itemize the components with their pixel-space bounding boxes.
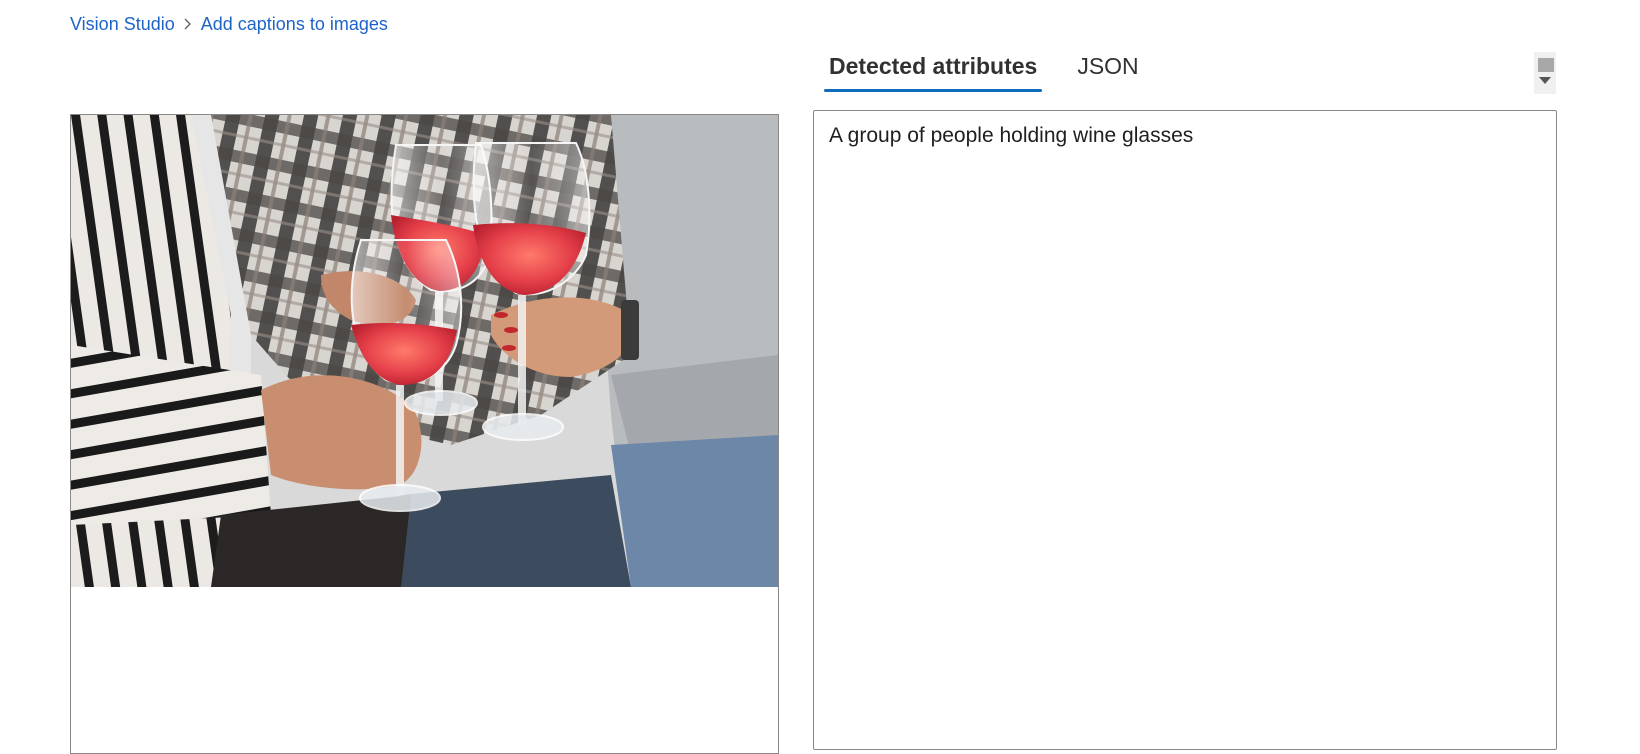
wine-glasses-photo <box>71 115 778 587</box>
tab-json[interactable]: JSON <box>1072 44 1143 92</box>
detected-attributes-panel: A group of people holding wine glasses <box>813 110 1557 750</box>
result-tabs: Detected attributes JSON <box>824 44 1174 96</box>
image-preview-panel <box>70 114 779 754</box>
scrollbar-thumb[interactable] <box>1538 58 1554 72</box>
tab-detected-attributes[interactable]: Detected attributes <box>824 44 1043 92</box>
scroll-control[interactable] <box>1534 52 1556 94</box>
breadcrumb-link-vision-studio[interactable]: Vision Studio <box>70 14 175 35</box>
caption-result-text: A group of people holding wine glasses <box>829 124 1194 147</box>
caret-down-icon[interactable] <box>1539 77 1551 84</box>
breadcrumb: Vision Studio Add captions to images <box>70 12 388 36</box>
chevron-right-icon <box>175 12 201 36</box>
breadcrumb-link-add-captions[interactable]: Add captions to images <box>201 14 388 35</box>
